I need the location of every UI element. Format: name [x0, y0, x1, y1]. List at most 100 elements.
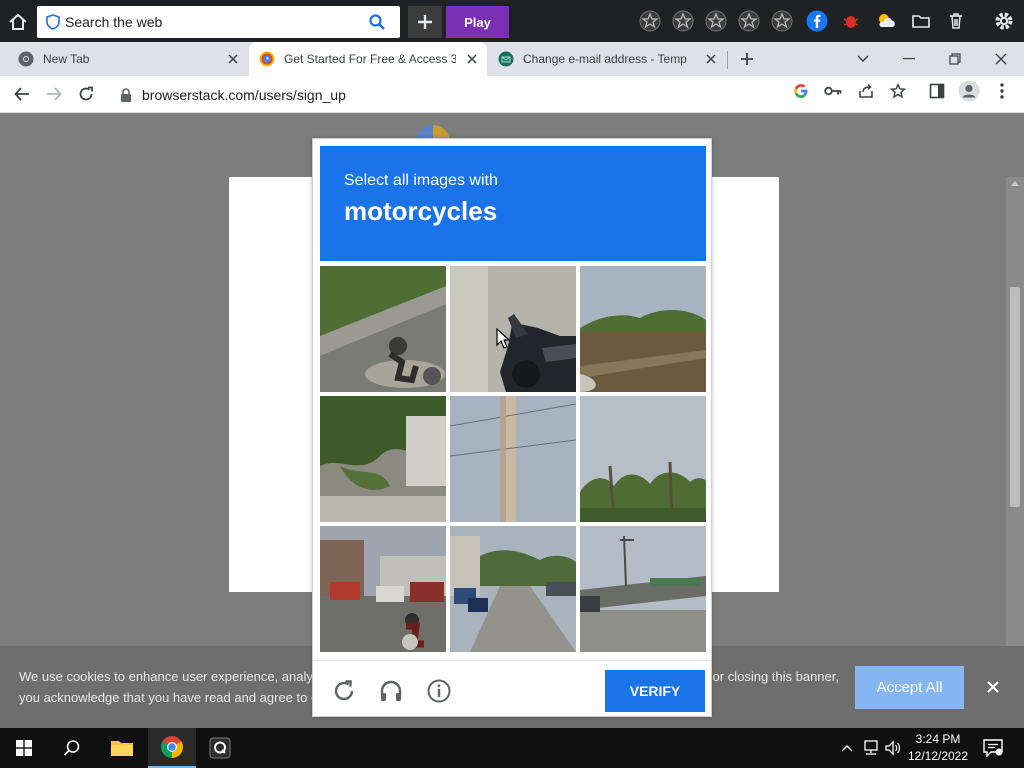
- new-tab-button[interactable]: [736, 48, 758, 70]
- url-text: browserstack.com/users/sign_up: [142, 86, 346, 103]
- back-button[interactable]: [10, 82, 34, 106]
- tab-search-button[interactable]: [840, 42, 886, 76]
- tab-title: Get Started For Free & Access 30: [284, 52, 456, 66]
- tab-new-tab[interactable]: New Tab: [0, 42, 248, 76]
- chevron-up-icon[interactable]: [838, 739, 856, 757]
- chrome-icon: [18, 51, 34, 67]
- plus-icon: [418, 15, 432, 29]
- clock-date: 12/12/2022: [907, 749, 969, 763]
- close-tab-icon[interactable]: [226, 52, 240, 66]
- chevron-down-icon: [857, 55, 869, 62]
- verify-button[interactable]: VERIFY: [605, 670, 705, 712]
- star-icon[interactable]: [737, 9, 761, 33]
- tab-separator: [727, 51, 728, 69]
- lock-icon[interactable]: [120, 87, 132, 102]
- captcha-tile-9[interactable]: [580, 526, 706, 652]
- captcha-tile-6[interactable]: [580, 396, 706, 522]
- facebook-icon[interactable]: [805, 9, 829, 33]
- close-window-button[interactable]: [978, 42, 1024, 76]
- search-icon[interactable]: [368, 13, 386, 31]
- restore-button[interactable]: [932, 42, 978, 76]
- captcha-tile-8[interactable]: [450, 526, 576, 652]
- plus-icon: [741, 53, 753, 65]
- forward-button[interactable]: [42, 82, 66, 106]
- cookie-text-line1: We use cookies to enhance user experienc…: [19, 669, 327, 684]
- play-button[interactable]: Play: [446, 6, 509, 38]
- start-button[interactable]: [0, 728, 48, 768]
- captcha-target-object: motorcycles: [344, 196, 498, 226]
- accept-all-button[interactable]: Accept All: [855, 666, 964, 709]
- address-bar: browserstack.com/users/sign_up: [0, 76, 1024, 113]
- side-panel-icon[interactable]: [928, 82, 946, 100]
- temp-mail-icon: [498, 51, 514, 67]
- search-icon: [63, 740, 80, 756]
- captcha-tile-5[interactable]: [450, 396, 576, 522]
- captcha-tile-2[interactable]: [450, 266, 576, 392]
- page-scrollbar[interactable]: [1006, 177, 1024, 646]
- tab-title: New Tab: [43, 52, 90, 66]
- bug-icon[interactable]: [839, 9, 863, 33]
- network-icon[interactable]: [862, 739, 880, 757]
- refresh-icon[interactable]: [330, 677, 358, 705]
- reload-button[interactable]: [74, 82, 98, 106]
- arrow-left-icon: [14, 87, 29, 101]
- star-icon[interactable]: [770, 9, 794, 33]
- captcha-footer: VERIFY: [313, 660, 711, 717]
- home-icon[interactable]: [4, 8, 32, 36]
- scroll-up-arrow[interactable]: [1011, 181, 1019, 186]
- folder-icon[interactable]: [909, 9, 933, 33]
- arrow-right-icon: [47, 87, 62, 101]
- add-button[interactable]: [408, 6, 442, 38]
- app-taskbar-icon[interactable]: [196, 728, 244, 768]
- tab-temp-mail[interactable]: Change e-mail address - Temp M: [488, 42, 726, 76]
- system-clock[interactable]: 3:24 PM 12/12/2022: [906, 731, 970, 765]
- close-tab-icon[interactable]: [465, 52, 479, 66]
- notifications-icon[interactable]: [982, 737, 1004, 759]
- web-search-input[interactable]: [65, 10, 365, 34]
- captcha-tile-1[interactable]: [320, 266, 446, 392]
- trash-icon[interactable]: [944, 9, 968, 33]
- close-tab-icon[interactable]: [704, 52, 718, 66]
- captcha-tile-4[interactable]: [320, 396, 446, 522]
- captcha-tile-3[interactable]: [580, 266, 706, 392]
- page-left-area: [0, 177, 229, 646]
- tab-browserstack-signup[interactable]: Get Started For Free & Access 30: [249, 42, 487, 76]
- close-icon: [995, 53, 1007, 65]
- scrollbar-thumb[interactable]: [1010, 287, 1020, 507]
- extension-toolbar: Play: [0, 0, 1024, 42]
- chrome-icon: [161, 736, 183, 758]
- minimize-button[interactable]: [886, 42, 932, 76]
- clock-time: 3:24 PM: [915, 732, 961, 746]
- cookie-text-line1-end: or closing this banner,: [712, 669, 839, 684]
- tab-title: Change e-mail address - Temp M: [523, 52, 689, 66]
- kebab-menu-icon[interactable]: [993, 82, 1011, 100]
- file-explorer-icon[interactable]: [98, 728, 146, 768]
- star-icon[interactable]: [671, 9, 695, 33]
- gear-icon[interactable]: [992, 9, 1016, 33]
- bookmark-star-icon[interactable]: [889, 82, 907, 100]
- web-search-box[interactable]: [37, 6, 400, 38]
- headphones-icon[interactable]: [377, 677, 405, 705]
- captcha-tile-7[interactable]: [320, 526, 446, 652]
- mouse-cursor-icon: [496, 328, 510, 349]
- taskbar-search-button[interactable]: [48, 728, 96, 768]
- share-icon[interactable]: [857, 82, 875, 100]
- volume-icon[interactable]: [884, 739, 902, 757]
- key-icon[interactable]: [824, 82, 842, 100]
- captcha-header: Select all images with motorcycles: [320, 146, 706, 261]
- star-icon[interactable]: [704, 9, 728, 33]
- close-icon[interactable]: [984, 678, 1002, 696]
- captcha-image-grid: [320, 266, 706, 652]
- weather-icon[interactable]: [874, 9, 898, 33]
- reload-icon: [79, 86, 93, 101]
- chrome-taskbar-icon[interactable]: [148, 728, 196, 768]
- shield-icon: [45, 14, 61, 30]
- windows-icon: [16, 740, 32, 756]
- profile-avatar[interactable]: [958, 80, 980, 102]
- google-icon[interactable]: [792, 82, 810, 100]
- browserstack-icon: [259, 51, 275, 67]
- star-icon[interactable]: [638, 9, 662, 33]
- info-icon[interactable]: [425, 677, 453, 705]
- captcha-prompt: Select all images with: [344, 172, 498, 189]
- person-icon: [958, 80, 980, 102]
